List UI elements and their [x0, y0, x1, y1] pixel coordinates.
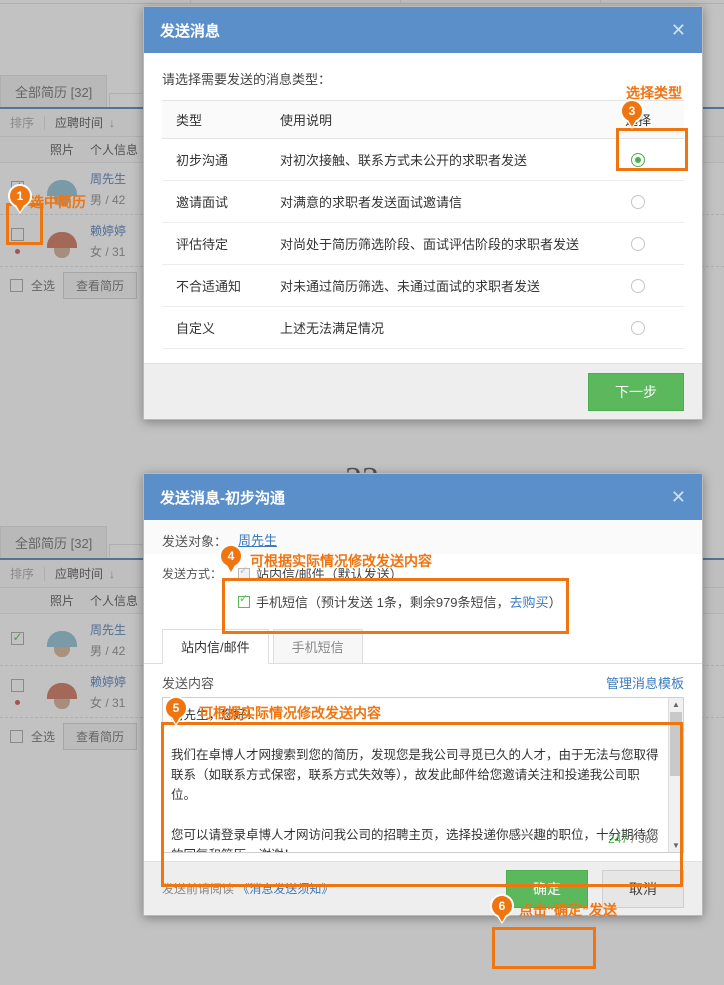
send-target-value[interactable]: 周先生 [238, 530, 277, 549]
row-select-cell[interactable] [592, 222, 684, 265]
table-row[interactable]: 邀请面试 对满意的求职者发送面试邀请信 [162, 180, 684, 223]
dialog-title: 发送消息 [160, 22, 221, 40]
row-type: 初步沟通 [162, 138, 266, 181]
column-header-desc: 使用说明 [266, 100, 592, 139]
textarea-scrollbar[interactable]: ▲ ▼ [668, 698, 683, 852]
method-option-sms[interactable]: 手机短信（预计发送 1条，剩余979条短信，去购买） [238, 592, 684, 611]
counter-total: / 500 [627, 832, 658, 846]
content-label: 发送内容 [162, 676, 215, 691]
row-select-cell[interactable] [592, 264, 684, 307]
counter-used: 247 [607, 832, 628, 846]
row-select-cell[interactable] [592, 138, 684, 181]
send-message-type-dialog: 发送消息 ✕ 请选择需要发送的消息类型： 类型 使用说明 选择 初步沟通 对初次… [143, 6, 703, 420]
tab-sms[interactable]: 手机短信 [272, 629, 363, 664]
message-textarea-wrap: 周先生，您好！ 我们在卓博人才网搜索到您的简历，发现您是我公司寻觅已久的人才，由… [162, 697, 684, 853]
footer-note-pre: 发送前请阅读 [162, 882, 238, 896]
row-desc: 上述无法满足情况 [266, 306, 592, 349]
scroll-down-icon[interactable]: ▼ [672, 841, 680, 850]
checkbox-sms[interactable] [238, 593, 250, 608]
method-sms-label-pre: 手机短信（预计发送 1条，剩余979条短信， [256, 595, 510, 610]
close-icon[interactable]: ✕ [671, 488, 686, 506]
message-textarea[interactable]: 周先生，您好！ 我们在卓博人才网搜索到您的简历，发现您是我公司寻觅已久的人才，由… [162, 697, 684, 853]
table-row[interactable]: 不合适通知 对未通过简历筛选、未通过面试的求职者发送 [162, 264, 684, 307]
row-desc: 对满意的求职者发送面试邀请信 [266, 180, 592, 223]
dialog-title: 发送消息-初步沟通 [160, 489, 285, 507]
column-header-select: 选择 [592, 100, 684, 139]
row-select-cell[interactable] [592, 180, 684, 223]
dialog-hint: 请选择需要发送的消息类型： [162, 72, 332, 87]
send-message-detail-dialog: 发送消息-初步沟通 ✕ 发送对象： 周先生 发送方式： 站内信/邮件（默认发送）… [143, 473, 703, 916]
next-step-button[interactable]: 下一步 [588, 372, 684, 411]
checkbox-site-mail [238, 565, 250, 580]
send-method-row: 发送方式： 站内信/邮件（默认发送） 手机短信（预计发送 1条，剩余979条短信… [144, 554, 702, 628]
dialog-footer: 发送前请阅读 《消息发送须知》 确定 取消 [144, 861, 702, 915]
confirm-button[interactable]: 确定 [506, 869, 588, 908]
buy-sms-link[interactable]: 去购买 [510, 592, 549, 611]
content-header: 发送内容 管理消息模板 [144, 664, 702, 697]
character-counter: 247 / 500 [608, 832, 658, 846]
scroll-up-icon[interactable]: ▲ [672, 700, 680, 709]
tab-site-mail[interactable]: 站内信/邮件 [162, 629, 269, 664]
message-channel-tabs: 站内信/邮件 手机短信 [144, 628, 702, 664]
row-type: 邀请面试 [162, 180, 266, 223]
method-sms-label-post: ） [548, 595, 562, 610]
radio-button-chubu-goutong[interactable] [631, 153, 645, 168]
send-notice-link[interactable]: 《消息发送须知》 [237, 882, 333, 896]
close-icon[interactable]: ✕ [671, 21, 686, 39]
method-option-site: 站内信/邮件（默认发送） [238, 564, 684, 583]
footer-note: 发送前请阅读 《消息发送须知》 [162, 880, 333, 897]
radio-button-buheshi-tongzhi[interactable] [631, 279, 645, 294]
dialog-footer: 下一步 [144, 363, 702, 419]
row-type: 评估待定 [162, 222, 266, 265]
scroll-thumb[interactable] [670, 712, 682, 776]
column-header-type: 类型 [162, 100, 266, 139]
cancel-button[interactable]: 取消 [602, 869, 684, 908]
row-type: 自定义 [162, 306, 266, 349]
dialog-body: 请选择需要发送的消息类型： 类型 使用说明 选择 初步沟通 对初次接触、联系方式… [144, 53, 702, 349]
row-select-cell[interactable] [592, 306, 684, 349]
radio-button-yaoqing-mianshi[interactable] [631, 195, 645, 210]
row-desc: 对初次接触、联系方式未公开的求职者发送 [266, 138, 592, 181]
row-desc: 对尚处于简历筛选阶段、面试评估阶段的求职者发送 [266, 222, 592, 265]
dialog-header: 发送消息-初步沟通 ✕ [144, 474, 702, 520]
radio-button-zidingyi[interactable] [631, 321, 645, 336]
table-row[interactable]: 初步沟通 对初次接触、联系方式未公开的求职者发送 [162, 138, 684, 181]
row-type: 不合适通知 [162, 264, 266, 307]
send-method-label: 发送方式： [162, 567, 223, 581]
manage-template-link[interactable]: 管理消息模板 [606, 673, 684, 692]
method-site-label: 站内信/邮件（默认发送） [256, 567, 403, 582]
send-target-row: 发送对象： 周先生 [144, 520, 702, 554]
table-row[interactable]: 自定义 上述无法满足情况 [162, 306, 684, 349]
footer-buttons: 确定 取消 [506, 869, 684, 908]
radio-button-pinggu-daiding[interactable] [631, 237, 645, 252]
send-target-label: 发送对象： [162, 534, 228, 549]
dialog-header: 发送消息 ✕ [144, 7, 702, 53]
message-type-table: 类型 使用说明 选择 初步沟通 对初次接触、联系方式未公开的求职者发送 邀请面试… [162, 100, 684, 349]
table-header-row: 类型 使用说明 选择 [162, 100, 684, 139]
row-desc: 对未通过简历筛选、未通过面试的求职者发送 [266, 264, 592, 307]
table-row[interactable]: 评估待定 对尚处于简历筛选阶段、面试评估阶段的求职者发送 [162, 222, 684, 265]
